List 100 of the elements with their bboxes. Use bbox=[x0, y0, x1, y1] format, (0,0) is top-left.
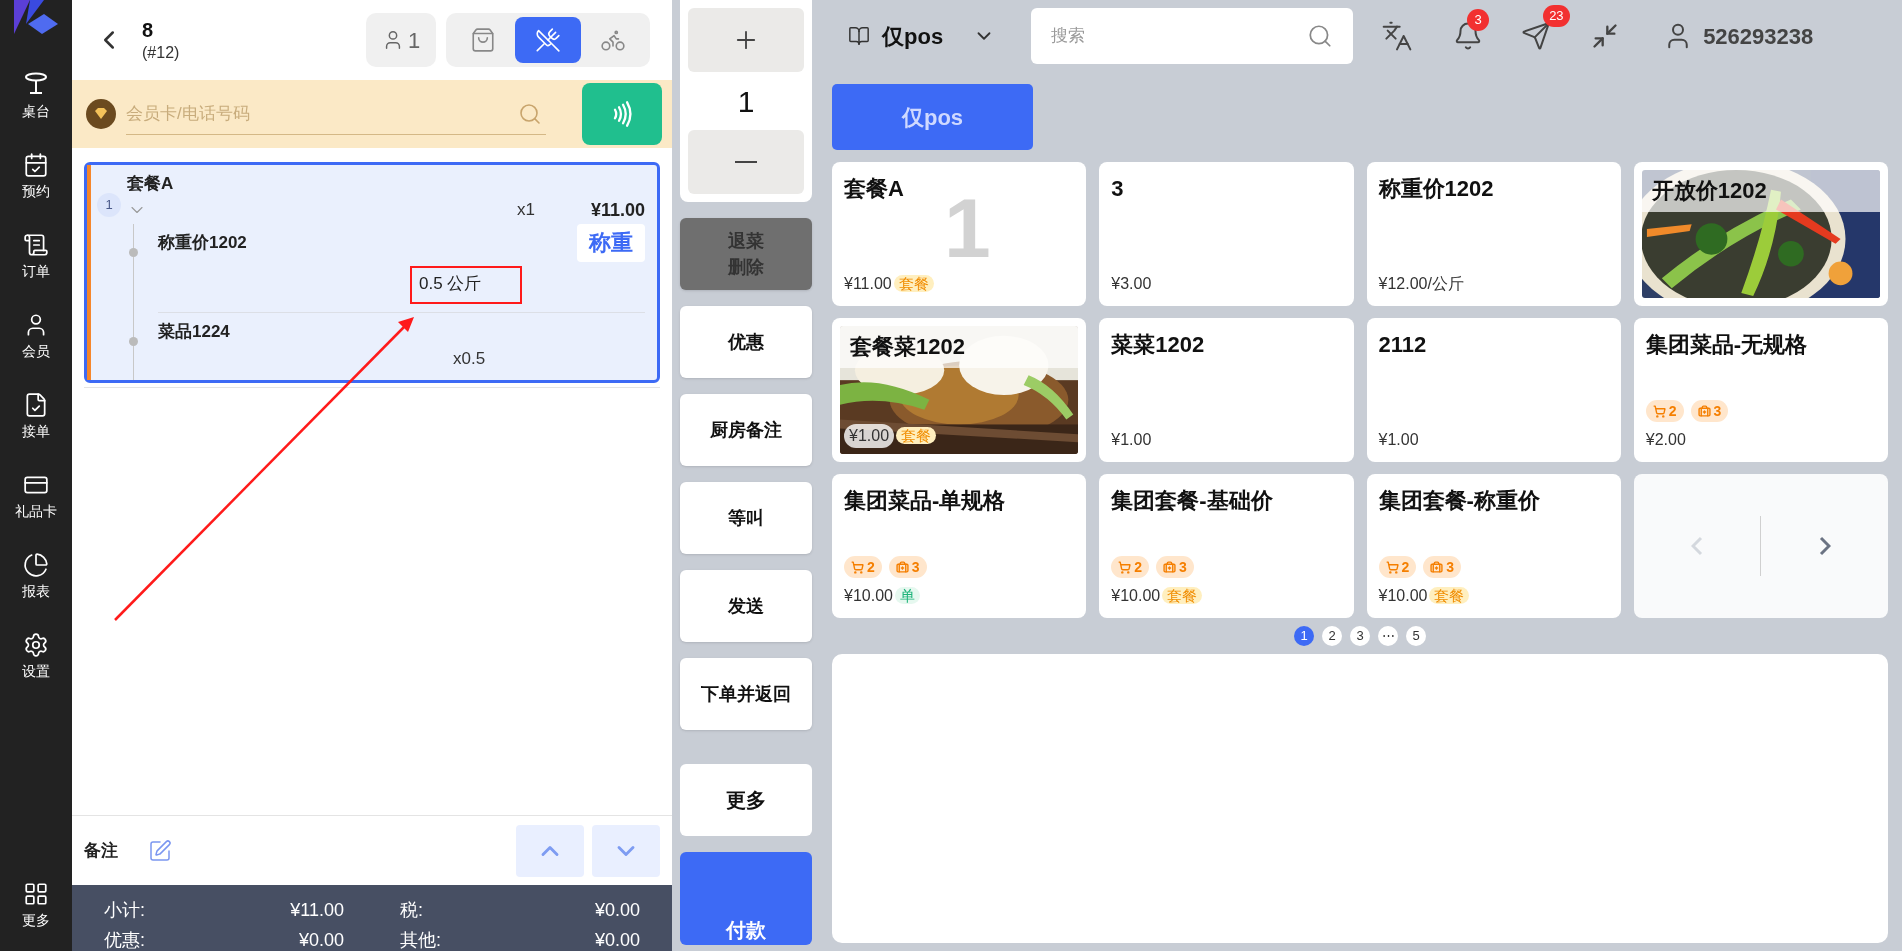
book-icon bbox=[848, 25, 870, 47]
page-button[interactable]: 2 bbox=[1322, 626, 1342, 646]
bag-icon bbox=[895, 560, 909, 574]
product-name: 菜菜1202 bbox=[1111, 331, 1206, 359]
action-button[interactable]: 付款 bbox=[680, 852, 812, 945]
sidebar-item[interactable]: 预约 bbox=[22, 152, 50, 198]
stock-count: 2 bbox=[867, 557, 875, 577]
settings-icon bbox=[23, 632, 49, 658]
product-card[interactable]: 套餐菜1202 ¥1.00 套餐 bbox=[832, 318, 1087, 462]
action-button[interactable]: 优惠 bbox=[680, 306, 812, 378]
product-name: 集团菜品-无规格 bbox=[1645, 331, 1809, 359]
product-name: 称重价1202 bbox=[1378, 175, 1495, 203]
sidebar-item[interactable]: 接单 bbox=[22, 392, 50, 438]
search-field[interactable]: 搜索 bbox=[1031, 8, 1354, 64]
stock-count: 3 bbox=[1179, 557, 1187, 577]
document-check-icon bbox=[23, 392, 49, 418]
product-card[interactable]: 集团菜品-无规格 2 3 ¥2.00 bbox=[1633, 318, 1888, 462]
item-index: 1 bbox=[97, 193, 121, 217]
quantity-value: 1 bbox=[737, 83, 755, 120]
sidebar-item[interactable]: 桌台 bbox=[22, 70, 50, 118]
product-price: ¥12.00/公斤 bbox=[1378, 274, 1464, 294]
receipt-icon bbox=[23, 232, 49, 258]
sidebar-item[interactable]: 报表 bbox=[22, 552, 50, 598]
calendar-check-icon bbox=[23, 152, 49, 178]
summary-value: ¥0.00 bbox=[594, 899, 640, 921]
guest-count-button[interactable]: 1 bbox=[366, 13, 436, 67]
product-card[interactable]: 集团套餐-基础价 2 3 ¥10.00 套餐 bbox=[1099, 474, 1354, 618]
product-card[interactable]: 集团套餐-称重价 2 3 ¥10.00 套餐 bbox=[1366, 474, 1621, 618]
product-name: 2112 bbox=[1378, 331, 1428, 359]
action-button[interactable]: 更多 bbox=[680, 764, 812, 836]
product-card[interactable]: 3 ¥3.00 bbox=[1099, 162, 1354, 306]
page-button[interactable]: 3 bbox=[1350, 626, 1370, 646]
shrink-icon[interactable] bbox=[1591, 22, 1620, 50]
item-price: ¥11.00 bbox=[590, 198, 645, 222]
order-number: (#12) bbox=[142, 42, 180, 63]
product-name: 开放价1202 bbox=[1641, 170, 1880, 212]
summary-value: ¥11.00 bbox=[290, 899, 344, 921]
notification-badge: 3 bbox=[1467, 9, 1490, 31]
subitem-weight: 0.5 公斤 bbox=[419, 272, 482, 295]
member-search-field[interactable]: 会员卡/电话号码 bbox=[126, 93, 546, 135]
sidebar-item[interactable]: 设置 bbox=[22, 632, 50, 678]
sidebar-item[interactable]: 会员 bbox=[22, 312, 50, 358]
order-mode-tab[interactable] bbox=[515, 17, 581, 63]
page-button[interactable]: 5 bbox=[1406, 626, 1426, 646]
action-button[interactable]: 等叫 bbox=[680, 482, 812, 554]
user-id[interactable]: 526293238 bbox=[1703, 19, 1814, 53]
message-badge: 23 bbox=[1543, 5, 1570, 27]
product-price: ¥10.00 bbox=[1378, 586, 1428, 606]
page-button[interactable]: ⋯ bbox=[1378, 626, 1398, 646]
sidebar-item[interactable]: 礼品卡 bbox=[15, 472, 57, 518]
summary-label: 其他: bbox=[400, 929, 441, 951]
stock-count: 2 bbox=[1134, 557, 1143, 577]
bag-icon bbox=[1163, 560, 1177, 574]
summary-label: 优惠: bbox=[104, 929, 145, 951]
cart-icon bbox=[1118, 560, 1132, 574]
subitem-name: 称重价1202 bbox=[158, 231, 247, 254]
product-card[interactable]: 菜菜1202 ¥1.00 bbox=[1099, 318, 1354, 462]
stock-count: 3 bbox=[1713, 401, 1722, 421]
product-card[interactable]: 开放价1202 bbox=[1633, 162, 1888, 306]
subitem-name: 菜品1224 bbox=[158, 320, 230, 343]
grid-icon bbox=[23, 881, 49, 907]
order-item-card[interactable]: 1 套餐A x1 ¥11.00 称重价1202 称重 0.5 公斤 菜品1224 x0.5 bbox=[84, 162, 660, 383]
item-name: 套餐A bbox=[127, 173, 175, 195]
bag-icon bbox=[1697, 404, 1711, 418]
action-button[interactable]: 下单并返回 bbox=[680, 658, 812, 730]
summary-label: 税: bbox=[400, 899, 423, 921]
table-number: 8 bbox=[142, 17, 155, 43]
stock-count: 2 bbox=[1668, 401, 1677, 421]
summary-label: 小计: bbox=[104, 899, 145, 921]
stock-count: 3 bbox=[911, 557, 920, 577]
cart-icon bbox=[1652, 404, 1666, 418]
product-tag: 单 bbox=[894, 587, 920, 604]
product-tag: 套餐 bbox=[896, 427, 937, 444]
translate-icon[interactable] bbox=[1381, 20, 1414, 52]
sidebar-item[interactable]: 订单 bbox=[22, 232, 50, 278]
store-name[interactable]: 仅pos bbox=[882, 19, 944, 53]
page-button[interactable]: 1 bbox=[1294, 626, 1314, 646]
chevron-right-icon bbox=[1818, 536, 1831, 556]
product-card[interactable]: 称重价1202 ¥12.00/公斤 bbox=[1366, 162, 1621, 306]
pie-chart-icon bbox=[23, 552, 49, 578]
stock-count: 2 bbox=[1401, 557, 1410, 577]
product-name: 集团套餐-称重价 bbox=[1378, 487, 1541, 515]
nfc-button[interactable] bbox=[582, 83, 662, 145]
item-quantity: x1 bbox=[516, 199, 535, 222]
sidebar-item[interactable]: 更多 bbox=[22, 881, 50, 927]
bag-icon bbox=[469, 27, 496, 53]
send-icon[interactable] bbox=[1521, 21, 1552, 51]
weigh-button[interactable]: 称重 bbox=[577, 223, 645, 262]
product-name: 套餐菜1202 bbox=[840, 326, 1079, 368]
dining-icon bbox=[535, 27, 561, 53]
summary-value: ¥0.00 bbox=[298, 929, 344, 951]
summary-value: ¥0.00 bbox=[594, 929, 640, 951]
edit-icon[interactable] bbox=[148, 838, 172, 863]
action-button[interactable]: 发送 bbox=[680, 570, 812, 642]
product-card[interactable]: 2112 ¥1.00 bbox=[1366, 318, 1621, 462]
action-button[interactable]: 厨房备注 bbox=[680, 394, 812, 466]
product-price: ¥1.00 bbox=[844, 424, 895, 448]
product-price: ¥11.00 bbox=[844, 274, 892, 294]
cart-icon bbox=[851, 560, 864, 574]
product-card[interactable]: 集团菜品-单规格 2 3 ¥10.00 单 bbox=[832, 474, 1087, 618]
